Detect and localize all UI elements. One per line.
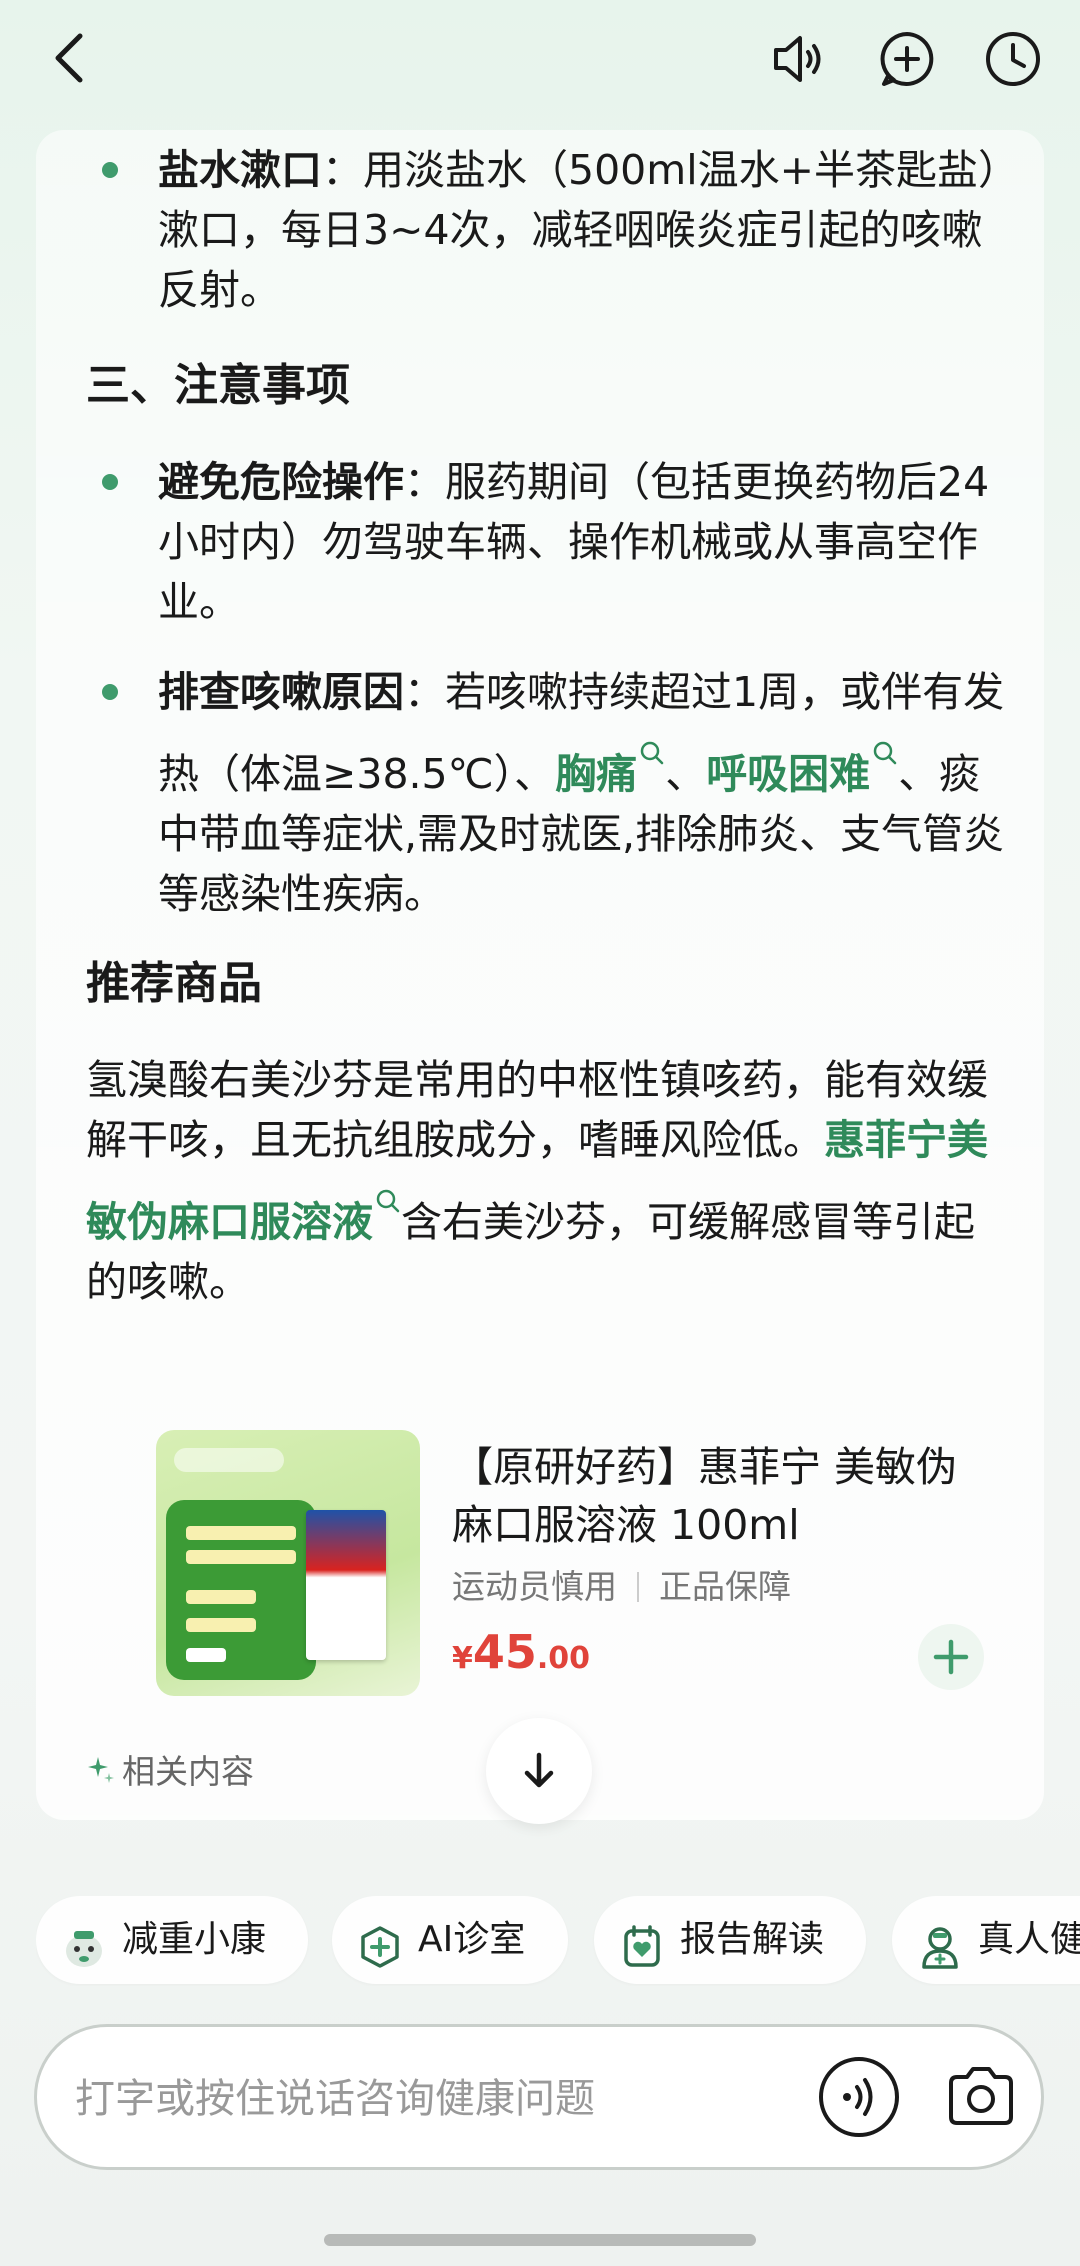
bullet-dot — [102, 684, 118, 700]
related-content-link[interactable]: 相关内容 — [86, 1745, 254, 1793]
link-chest-pain[interactable]: 胸痛 — [555, 750, 637, 798]
doctor-icon — [916, 1916, 964, 1969]
bullet-dot — [102, 162, 118, 178]
product-tags: 运动员慎用 正品保障 — [452, 1560, 791, 1608]
product-tag: 运动员慎用 — [452, 1567, 617, 1606]
bullet-title: 盐水漱口 — [158, 146, 322, 194]
chevron-left-icon — [55, 33, 83, 83]
image-decoration — [166, 1500, 316, 1680]
section-title-notice: 三、注意事项 — [86, 360, 350, 411]
product-image[interactable] — [156, 1430, 420, 1696]
medicine-box-icon — [306, 1510, 386, 1660]
bullet-dot — [102, 474, 118, 490]
answer-content: 盐水漱口：用淡盐水（500ml温水+半茶匙盐）漱口，每日3~4次，减轻咽喉炎症引… — [86, 140, 1006, 1312]
section-title-recommend: 推荐商品 — [86, 958, 262, 1009]
speaker-icon — [774, 36, 821, 82]
bullet-title: 排查咳嗽原因 — [158, 668, 404, 716]
camera-icon — [949, 2067, 1013, 2125]
product-tag: 正品保障 — [659, 1567, 791, 1606]
camera-button[interactable] — [937, 2053, 1025, 2141]
add-chat-icon — [880, 32, 934, 86]
recommend-paragraph: 氢溴酸右美沙芬是常用的中枢性镇咳药，能有效缓解干咳，且无抗组胺成分，嗜睡风险低。… — [86, 1056, 988, 1306]
scroll-to-bottom-button[interactable] — [486, 1718, 592, 1824]
search-icon[interactable] — [639, 722, 665, 765]
top-bar — [0, 0, 1080, 130]
quick-action-bar: 减重小康 AI诊室 报告解读 真人健康咨询 — [36, 1896, 1080, 1986]
product-name[interactable]: 【原研好药】惠菲宁 美敏伪麻口服溶液 100ml — [452, 1438, 992, 1554]
report-heart-icon — [618, 1916, 666, 1967]
voice-input-button[interactable] — [815, 2053, 903, 2141]
arrow-down-icon — [524, 1752, 554, 1788]
history-button[interactable] — [982, 28, 1044, 90]
mascot-icon — [60, 1916, 108, 1967]
product-price: ¥45.00 — [452, 1625, 591, 1679]
search-icon[interactable] — [872, 722, 898, 765]
chip-weight-loss[interactable]: 减重小康 — [36, 1896, 308, 1984]
sparkle-icon — [88, 1757, 114, 1783]
new-chat-button[interactable] — [876, 28, 938, 90]
back-button[interactable] — [40, 28, 100, 88]
search-icon[interactable] — [375, 1170, 401, 1213]
voice-wave-icon — [819, 2057, 899, 2137]
home-indicator[interactable] — [324, 2234, 756, 2246]
chip-ai-clinic[interactable]: AI诊室 — [332, 1896, 568, 1984]
clock-icon — [986, 32, 1040, 86]
image-decoration — [174, 1448, 284, 1472]
list-item: 排查咳嗽原因：若咳嗽持续超过1周，或伴有发热（体温≥38.5℃）、胸痛 、呼吸困难… — [86, 662, 1006, 924]
chip-human-consult[interactable]: 真人健康咨询 — [892, 1896, 1080, 1984]
bullet-title: 避免危险操作 — [158, 458, 404, 506]
speaker-button[interactable] — [766, 28, 828, 90]
medical-cross-icon — [356, 1916, 404, 1968]
product-card[interactable]: 【原研好药】惠菲宁 美敏伪麻口服溶液 100ml 运动员慎用 正品保障 ¥45.0… — [156, 1430, 1006, 1700]
link-dyspnea[interactable]: 呼吸困难 — [706, 750, 870, 798]
divider — [637, 1572, 639, 1602]
chip-report-reading[interactable]: 报告解读 — [594, 1896, 866, 1984]
chat-input-bar — [34, 2024, 1044, 2170]
list-item: 盐水漱口：用淡盐水（500ml温水+半茶匙盐）漱口，每日3~4次，减轻咽喉炎症引… — [86, 140, 1006, 320]
plus-icon — [918, 1624, 984, 1690]
list-item: 避免危险操作：服药期间（包括更换药物后24小时内）勿驾驶车辆、操作机械或从事高空… — [86, 452, 1006, 632]
add-to-cart-button[interactable] — [916, 1622, 986, 1692]
chat-input[interactable] — [73, 2065, 817, 2133]
